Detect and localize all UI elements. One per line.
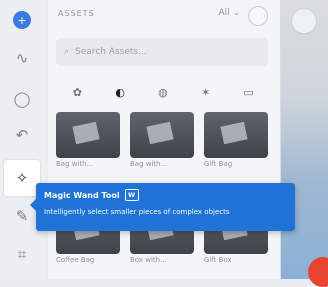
canvas-control-button[interactable] xyxy=(291,8,317,34)
asset-label: Box with... xyxy=(130,256,167,264)
tooltip-title: Magic Wand Tool W xyxy=(44,189,287,201)
lasso-tool-button[interactable]: ◯ xyxy=(7,84,37,114)
tool-rail: + ∿ ◯ ↶ ✧ ✎ ⌗ xyxy=(0,0,46,279)
asset-thumbnail[interactable] xyxy=(56,112,120,158)
panel-title: ASSETS xyxy=(58,9,95,18)
palette-icon[interactable]: ◍ xyxy=(152,86,174,99)
sparkle-icon[interactable]: ✶ xyxy=(195,86,217,99)
search-placeholder: Search Assets... xyxy=(75,47,147,57)
crop-icon: ⌗ xyxy=(17,245,27,263)
asset-label: Bag with... xyxy=(56,160,94,168)
path-icon: ∿ xyxy=(15,49,29,67)
tooltip-title-text: Magic Wand Tool xyxy=(44,190,120,200)
asset-label: Coffee Bag xyxy=(56,256,95,264)
search-icon: ⌕ xyxy=(64,47,70,57)
crop-tool-button[interactable]: ⌗ xyxy=(7,239,37,269)
record-indicator xyxy=(308,257,328,287)
asset-thumbnail[interactable] xyxy=(130,112,194,158)
brush-icon: ✎ xyxy=(15,207,29,225)
asset-label: Gift Box xyxy=(204,256,232,264)
assets-panel: ASSETS All ⌄ ⌕ Search Assets... ✿ ◐ ◍ ✶ … xyxy=(48,0,281,279)
magic-wand-icon: ✧ xyxy=(15,169,29,187)
tooltip-description: Intelligently select smaller pieces of c… xyxy=(44,208,230,216)
panel-filter-dropdown[interactable]: All ⌄ xyxy=(218,8,240,18)
category-tabs: ✿ ◐ ◍ ✶ ▭ xyxy=(56,81,270,103)
search-input[interactable]: ⌕ Search Assets... xyxy=(56,38,268,66)
plus-icon: + xyxy=(13,11,31,29)
asset-label: Gift Bag xyxy=(204,160,233,168)
tooltip-arrow xyxy=(30,199,36,211)
path-tool-button[interactable]: ∿ xyxy=(7,43,37,73)
flower-icon[interactable]: ✿ xyxy=(66,86,88,99)
image-icon[interactable]: ▭ xyxy=(238,86,260,99)
canvas-area[interactable] xyxy=(281,0,328,279)
panel-close-button[interactable] xyxy=(248,6,268,26)
magic-wand-tool-button[interactable]: ✧ xyxy=(4,160,40,196)
contrast-icon[interactable]: ◐ xyxy=(109,86,131,99)
asset-label: Bag with... xyxy=(130,160,168,168)
asset-thumbnail[interactable] xyxy=(204,112,268,158)
lasso-icon: ◯ xyxy=(13,90,31,108)
undo-icon: ↶ xyxy=(15,126,29,144)
undo-tool-button[interactable]: ↶ xyxy=(7,120,37,150)
shortcut-key: W xyxy=(124,189,139,201)
tooltip: Magic Wand Tool W Intelligently select s… xyxy=(30,183,295,231)
home-button[interactable]: + xyxy=(7,5,37,35)
